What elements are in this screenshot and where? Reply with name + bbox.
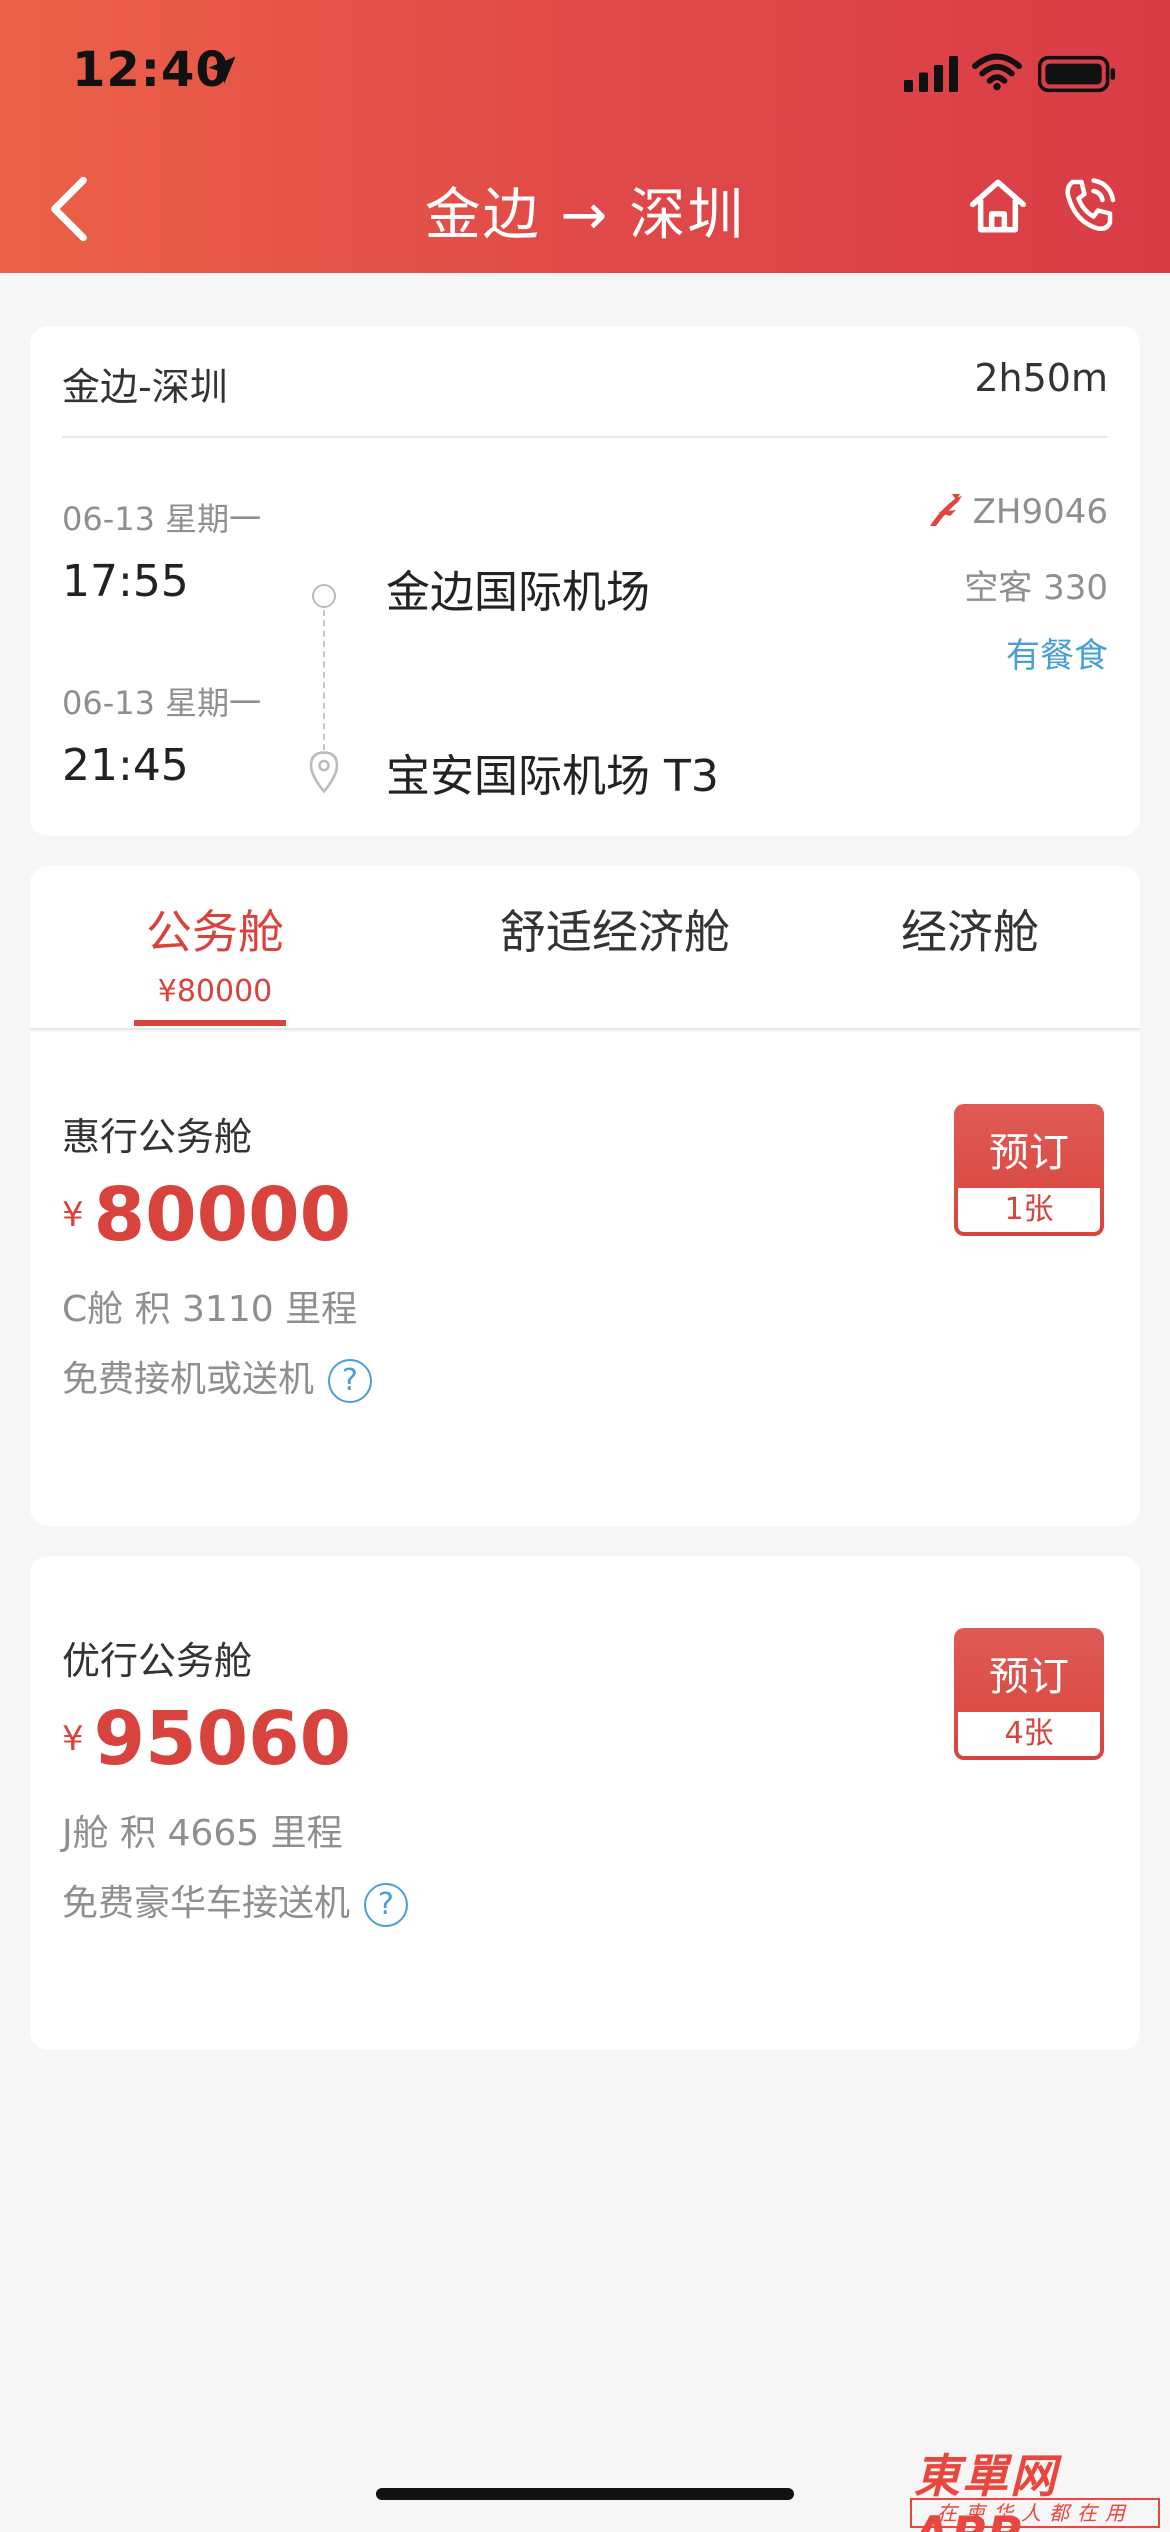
- tab-label: 经济舱: [901, 905, 1039, 959]
- arrival-time: 21:45: [62, 740, 189, 791]
- route-label: 金边-深圳: [62, 365, 228, 409]
- aircraft-type: 空客 330: [964, 568, 1108, 608]
- location-arrow-icon: [208, 56, 236, 84]
- question-icon[interactable]: ?: [328, 1359, 373, 1403]
- departure-dot-icon: [312, 584, 336, 608]
- departure-time: 17:55: [62, 556, 189, 607]
- phone-icon[interactable]: [1060, 176, 1118, 236]
- tab-label: 舒适经济舱: [500, 905, 730, 959]
- watermark-sub-text: 在柬华人都在用: [910, 2498, 1160, 2528]
- tab-label: 公务舱: [146, 905, 284, 959]
- perk-text: 免费接机或送机: [62, 1359, 315, 1400]
- wifi-icon: [972, 53, 1022, 91]
- fare-price: ¥80000: [62, 1172, 351, 1258]
- home-icon[interactable]: [966, 176, 1030, 236]
- tab-premium-economy[interactable]: 舒适经济舱: [470, 896, 760, 962]
- tab-business[interactable]: 公务舱 ¥80000: [130, 896, 300, 1009]
- watermark-logo: 東單网 APP 在柬华人都在用: [910, 2440, 1168, 2532]
- divider: [30, 1028, 1140, 1030]
- divider: [62, 436, 1108, 438]
- fare-title: 优行公务舱: [62, 1639, 253, 1683]
- book-label: 预订: [989, 1130, 1069, 1176]
- fare-perk: 免费豪华车接送机?: [62, 1874, 409, 1927]
- question-icon[interactable]: ?: [364, 1883, 409, 1927]
- departure-date: 06-13 星期一: [62, 500, 262, 538]
- flight-info-card: 金边-深圳 2h50m 06-13 星期一 17:55 金边国际机场 06-13…: [30, 326, 1140, 836]
- airline-logo-icon: [930, 494, 962, 526]
- seats-remaining: 4张: [958, 1712, 1100, 1756]
- timeline-line: [323, 610, 325, 750]
- battery-icon: [1038, 55, 1116, 93]
- book-label: 预订: [989, 1654, 1069, 1700]
- nav-bar: 金边 → 深圳: [0, 140, 1170, 273]
- route-row: 金边-深圳 2h50m: [62, 356, 1108, 416]
- flight-number: ZH9046: [972, 492, 1108, 532]
- seats-remaining: 1张: [958, 1188, 1100, 1232]
- book-button[interactable]: 预订 4张: [954, 1628, 1104, 1760]
- location-pin-icon: [309, 751, 339, 794]
- arrival-date: 06-13 星期一: [62, 684, 262, 722]
- fare-price: ¥95060: [62, 1696, 351, 1782]
- tab-lowest-price: ¥80000: [157, 974, 273, 1009]
- active-tab-indicator: [134, 1020, 286, 1026]
- app-header: 12:40 金边 → 深圳: [0, 0, 1170, 273]
- cabin-tabs: 公务舱 ¥80000 舒适经济舱 经济舱: [30, 866, 1140, 1030]
- fare-class-miles: C舱 积 3110 里程: [62, 1289, 358, 1330]
- price-amount: 80000: [93, 1172, 352, 1258]
- fare-title: 惠行公务舱: [62, 1115, 253, 1159]
- perk-text: 免费豪华车接送机: [62, 1883, 351, 1924]
- book-button[interactable]: 预订 1张: [954, 1104, 1104, 1236]
- currency-symbol: ¥: [62, 1195, 84, 1235]
- fare-card: 优行公务舱 ¥95060 J舱 积 4665 里程 免费豪华车接送机? 预订 4…: [30, 1556, 1140, 2050]
- status-bar: 12:40: [0, 0, 1170, 140]
- tab-economy[interactable]: 经济舱: [880, 896, 1060, 962]
- meal-info[interactable]: 有餐食: [1006, 628, 1108, 677]
- home-indicator[interactable]: [376, 2488, 794, 2500]
- flight-duration: 2h50m: [974, 356, 1108, 400]
- currency-symbol: ¥: [62, 1719, 84, 1759]
- departure-airport: 金边国际机场: [386, 567, 650, 618]
- cellular-signal-icon: [904, 56, 958, 92]
- price-amount: 95060: [93, 1696, 352, 1782]
- fare-perk: 免费接机或送机?: [62, 1350, 373, 1403]
- arrival-airport: 宝安国际机场 T3: [386, 751, 719, 802]
- fare-card: 惠行公务舱 ¥80000 C舱 积 3110 里程 免费接机或送机? 预订 1张: [30, 1032, 1140, 1526]
- fare-class-miles: J舱 积 4665 里程: [62, 1813, 343, 1854]
